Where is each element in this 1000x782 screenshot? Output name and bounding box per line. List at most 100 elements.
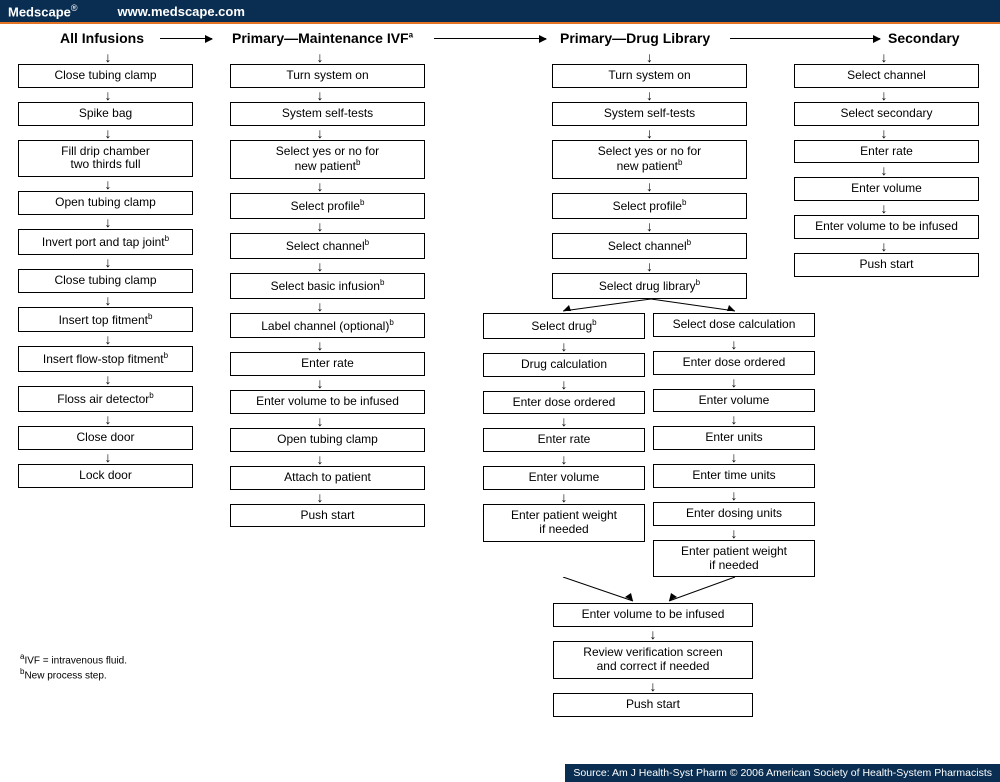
flow-step: Insert top fitmentb [18,307,193,333]
down-arrow-icon: ↓ [230,259,410,273]
flow-step: Enter patient weightif needed [483,504,645,542]
down-arrow-icon: ↓ [483,452,645,466]
flow-step: Close door [18,426,193,450]
flow-step: System self-tests [230,102,425,126]
flow-step: Push start [794,253,979,277]
down-arrow-icon: ↓ [553,627,753,641]
flow-step: Enter time units [653,464,815,488]
down-arrow-icon: ↓ [653,412,815,426]
column-drug-library-top: ↓Turn system on↓System self-tests↓Select… [552,50,747,299]
flow-step: Open tubing clamp [230,428,425,452]
flow-step: Open tubing clamp [18,191,193,215]
drug-library-right-branch: Select dose calculation↓Enter dose order… [653,313,815,577]
title-arrow-icon [730,38,880,39]
flow-step: Attach to patient [230,466,425,490]
down-arrow-icon: ↓ [230,452,410,466]
down-arrow-icon: ↓ [18,50,198,64]
column-all-infusions: ↓Close tubing clamp↓Spike bag↓Fill drip … [18,50,198,488]
down-arrow-icon: ↓ [552,179,747,193]
down-arrow-icon: ↓ [483,490,645,504]
flow-step: Drug calculation [483,353,645,377]
column-title-all-infusions: All Infusions [60,30,144,46]
flow-step: Enter dosing units [653,502,815,526]
flow-step: Push start [230,504,425,528]
flow-step: Push start [553,693,753,717]
down-arrow-icon: ↓ [18,372,198,386]
down-arrow-icon: ↓ [18,450,198,464]
flow-step: Enter volume to be infused [230,390,425,414]
down-arrow-icon: ↓ [230,414,410,428]
flow-step: Select secondary [794,102,979,126]
flow-step: Select profileb [552,193,747,219]
flow-step: Select yes or no fornew patientb [230,140,425,180]
flow-step: Select drug libraryb [552,273,747,299]
down-arrow-icon: ↓ [794,126,974,140]
flow-step: Enter dose ordered [483,391,645,415]
down-arrow-icon: ↓ [483,414,645,428]
flow-step: Turn system on [230,64,425,88]
down-arrow-icon: ↓ [653,337,815,351]
down-arrow-icon: ↓ [18,293,198,307]
down-arrow-icon: ↓ [18,255,198,269]
flow-step: Review verification screenand correct if… [553,641,753,679]
flow-step: Select channel [794,64,979,88]
down-arrow-icon: ↓ [18,332,198,346]
flow-step: Enter rate [230,352,425,376]
flow-step: Floss air detectorb [18,386,193,412]
footnotes: aIVF = intravenous fluid. bNew process s… [20,652,127,683]
flow-step: Close tubing clamp [18,64,193,88]
flow-step: Select profileb [230,193,425,219]
down-arrow-icon: ↓ [552,88,747,102]
flow-step: Select basic infusionb [230,273,425,299]
flow-step: Close tubing clamp [18,269,193,293]
merge-connector-icon [483,577,823,603]
flow-step: Invert port and tap jointb [18,229,193,255]
flow-step: Fill drip chambertwo thirds full [18,140,193,178]
flow-step: Insert flow-stop fitmentb [18,346,193,372]
down-arrow-icon: ↓ [794,201,974,215]
down-arrow-icon: ↓ [552,219,747,233]
down-arrow-icon: ↓ [230,179,410,193]
title-arrow-icon [160,38,212,39]
drug-library-merge: Enter volume to be infused↓Review verifi… [553,603,753,716]
drug-library-left-branch: Select drugb↓Drug calculation↓Enter dose… [483,313,645,577]
down-arrow-icon: ↓ [794,163,974,177]
down-arrow-icon: ↓ [18,126,198,140]
split-connector-icon [483,299,823,313]
column-drug-library-split: Select drugb↓Drug calculation↓Enter dose… [483,299,823,717]
top-bar: Medscape® www.medscape.com [0,0,1000,22]
down-arrow-icon: ↓ [483,377,645,391]
down-arrow-icon: ↓ [230,376,410,390]
column-secondary: ↓Select channel↓Select secondary↓Enter r… [794,50,974,277]
down-arrow-icon: ↓ [230,219,410,233]
flow-step: Lock door [18,464,193,488]
down-arrow-icon: ↓ [483,339,645,353]
down-arrow-icon: ↓ [794,239,974,253]
flow-step: Select channelb [230,233,425,259]
flow-step: System self-tests [552,102,747,126]
diagram-canvas: All Infusions Primary—Maintenance IVFa P… [0,24,1000,782]
down-arrow-icon: ↓ [230,126,410,140]
down-arrow-icon: ↓ [230,50,410,64]
flow-step: Spike bag [18,102,193,126]
down-arrow-icon: ↓ [794,88,974,102]
flow-step: Turn system on [552,64,747,88]
down-arrow-icon: ↓ [653,450,815,464]
flow-step: Enter dose ordered [653,351,815,375]
down-arrow-icon: ↓ [18,412,198,426]
flow-step: Enter volume to be infused [553,603,753,627]
flow-step: Select drugb [483,313,645,339]
down-arrow-icon: ↓ [552,259,747,273]
flow-step: Enter volume to be infused [794,215,979,239]
down-arrow-icon: ↓ [230,490,410,504]
flow-step: Enter units [653,426,815,450]
down-arrow-icon: ↓ [553,679,753,693]
down-arrow-icon: ↓ [230,88,410,102]
brand-label: Medscape® [8,3,78,19]
flow-step: Enter rate [794,140,979,164]
down-arrow-icon: ↓ [18,177,198,191]
flow-step: Enter rate [483,428,645,452]
source-credit: Source: Am J Health-Syst Pharm © 2006 Am… [565,764,1000,782]
down-arrow-icon: ↓ [794,50,974,64]
flow-step: Label channel (optional)b [230,313,425,339]
